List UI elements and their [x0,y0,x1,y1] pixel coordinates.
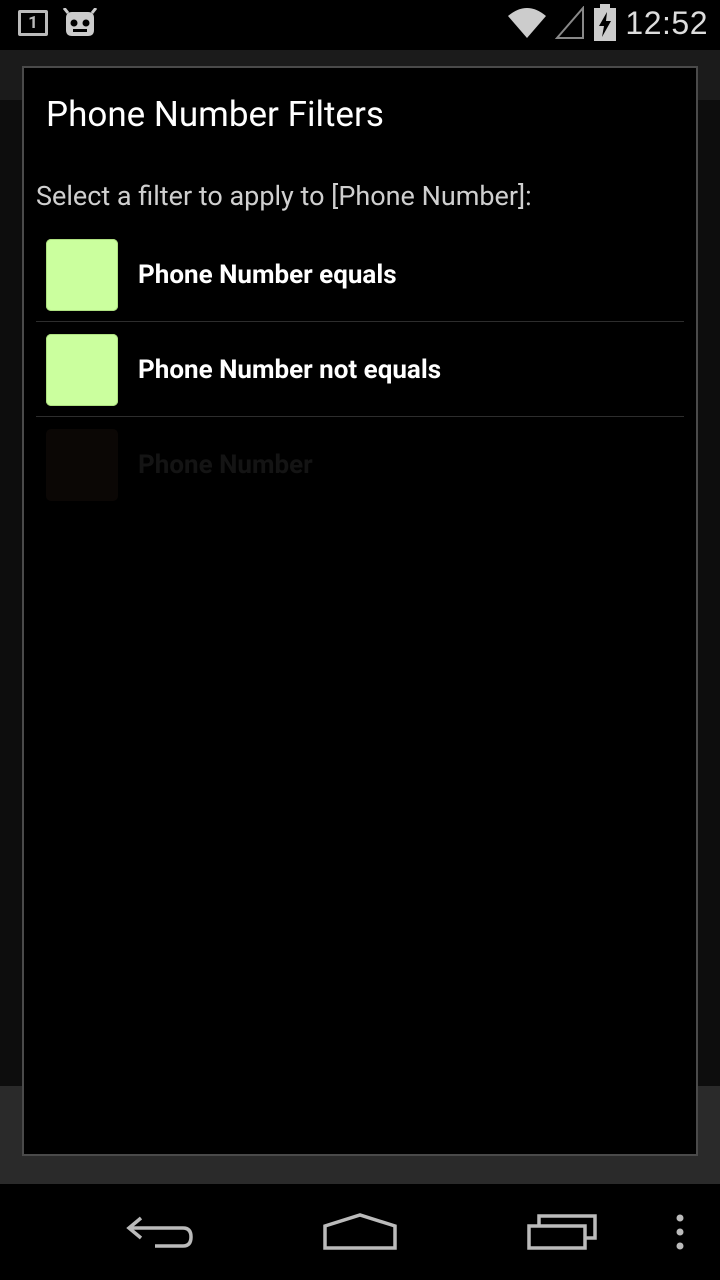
back-button[interactable] [110,1184,210,1280]
cyanogenmod-icon [62,8,98,36]
overflow-menu-button[interactable] [660,1184,700,1280]
wifi-icon [508,8,547,38]
status-right: 12:52 [507,4,708,42]
filter-option-label: Phone Number not equals [138,354,442,385]
overflow-menu-icon [676,1214,684,1250]
notification-count-icon: 1 [18,10,48,36]
clock: 12:52 [625,4,708,41]
status-bar: 1 12:52 [0,0,720,50]
battery-charging-icon [594,4,617,41]
back-icon [126,1216,193,1248]
color-swatch [46,333,118,406]
dialog-title: Phone Number Filters [46,94,384,135]
dialog-message: Select a filter to apply to [Phone Numbe… [36,180,532,212]
filter-option-label: Phone Number [138,450,313,480]
filter-option-not-equals[interactable]: Phone Number not equals [36,323,684,417]
home-button[interactable] [310,1184,410,1280]
status-left: 1 [18,8,98,38]
recent-apps-icon [527,1214,597,1250]
color-swatch [46,429,118,501]
navigation-bar [0,1184,720,1280]
color-swatch [46,238,118,311]
filter-dialog: Phone Number Filters Select a filter to … [22,66,698,1156]
cell-signal-icon [555,6,585,39]
home-icon [323,1213,397,1250]
filter-option-equals[interactable]: Phone Number equals [36,228,684,322]
recent-apps-button[interactable] [512,1184,612,1280]
filter-option-label: Phone Number equals [138,259,397,290]
filter-option-disabled: Phone Number [36,418,684,512]
